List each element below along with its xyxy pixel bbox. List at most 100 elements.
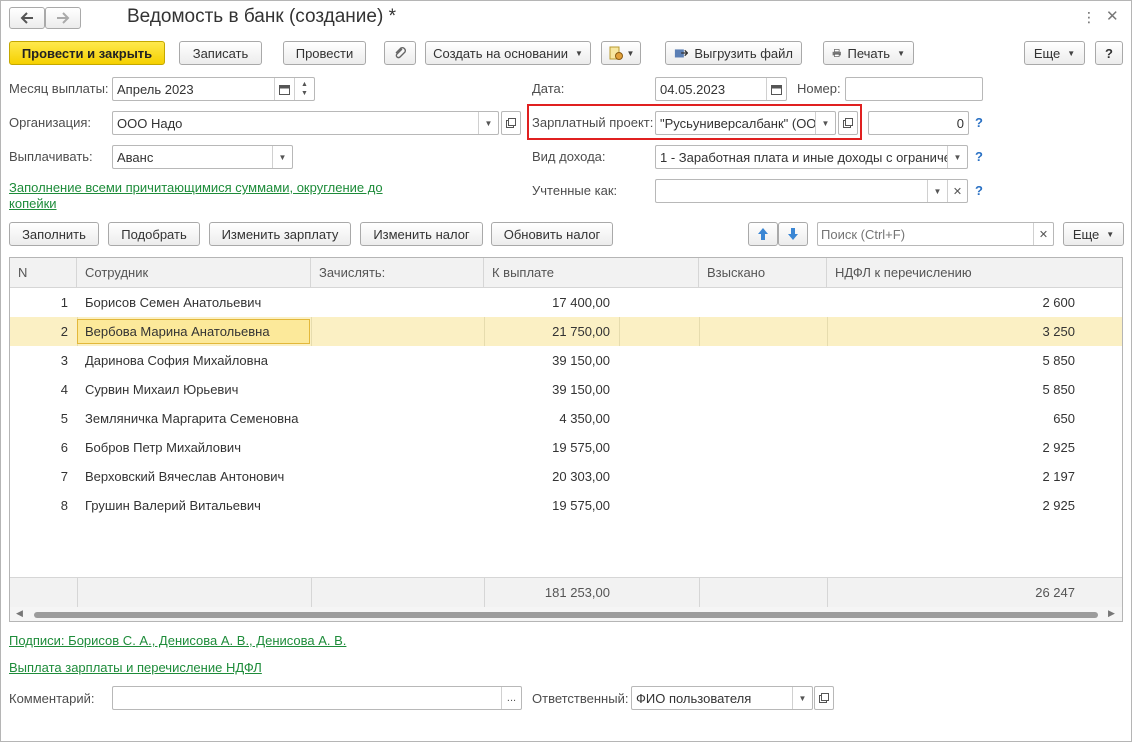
ndfl-cell[interactable]: 2 925	[827, 433, 1075, 462]
signatures-link[interactable]: Подписи: Борисов С. А., Денисова А. В., …	[9, 633, 346, 648]
ellipsis-icon[interactable]: ...	[501, 687, 521, 709]
open-salary-project-button[interactable]	[838, 111, 858, 135]
table-row[interactable]: 8 Грушин Валерий Витальевич 19 575,00 2 925	[10, 491, 1122, 520]
fill-button[interactable]: Заполнить	[9, 222, 99, 246]
column-header-employee[interactable]: Сотрудник	[77, 258, 311, 287]
help-icon[interactable]: ?	[975, 149, 983, 164]
search-input[interactable]	[818, 225, 1033, 243]
chevron-down-icon[interactable]: ▼	[792, 687, 812, 709]
table-row[interactable]: 3 Даринова София Михайловна 39 150,00 5 850	[10, 346, 1122, 375]
recovered-cell[interactable]	[707, 288, 822, 317]
recovered-cell[interactable]	[707, 375, 822, 404]
row-number[interactable]: 6	[10, 433, 68, 462]
month-field[interactable]: Апрель 2023 ▲ ▼	[112, 77, 315, 101]
more-button[interactable]: Еще ▼	[1024, 41, 1085, 65]
help-icon[interactable]: ?	[975, 115, 983, 130]
pay-cell[interactable]: 39 150,00	[484, 375, 610, 404]
column-header-recovered[interactable]: Взыскано	[699, 258, 827, 287]
credit-cell[interactable]	[319, 433, 479, 462]
number-field[interactable]	[845, 77, 983, 101]
close-icon[interactable]: ✕	[1106, 7, 1119, 25]
print-button[interactable]: Печать ▼	[823, 41, 914, 65]
update-tax-button[interactable]: Обновить налог	[491, 222, 613, 246]
recovered-cell[interactable]	[707, 317, 822, 346]
credit-cell[interactable]	[319, 317, 479, 346]
table-row[interactable]: 1 Борисов Семен Анатольевич 17 400,00 2 600	[10, 288, 1122, 317]
recovered-cell[interactable]	[707, 491, 822, 520]
credit-cell[interactable]	[319, 375, 479, 404]
row-number[interactable]: 4	[10, 375, 68, 404]
chevron-down-icon[interactable]: ▼	[478, 112, 498, 134]
pay-cell[interactable]: 19 575,00	[484, 491, 610, 520]
chevron-down-icon[interactable]: ▼	[927, 180, 947, 202]
column-header-pay[interactable]: К выплате	[484, 258, 699, 287]
search-field[interactable]: ✕	[817, 222, 1054, 246]
row-number[interactable]: 7	[10, 462, 68, 491]
row-number[interactable]: 2	[10, 317, 68, 346]
employee-cell[interactable]: Земляничка Маргарита Семеновна	[85, 404, 307, 433]
stepper-down-icon[interactable]: ▼	[301, 89, 308, 98]
help-icon[interactable]: ?	[975, 183, 983, 198]
row-number[interactable]: 8	[10, 491, 68, 520]
table-row[interactable]: 2 Вербова Марина Анатольевна 21 750,00 3 25…	[10, 317, 1122, 346]
pick-button[interactable]: Подобрать	[108, 222, 200, 246]
calendar-icon[interactable]	[274, 78, 294, 100]
salary-project-amount-field[interactable]: 0	[868, 111, 969, 135]
pay-cell[interactable]: 39 150,00	[484, 346, 610, 375]
scroll-left-icon[interactable]: ◀	[16, 608, 23, 619]
post-button[interactable]: Провести	[283, 41, 366, 65]
employee-cell[interactable]: Бобров Петр Михайлович	[85, 433, 307, 462]
post-and-close-button[interactable]: Провести и закрыть	[9, 41, 165, 65]
column-header-ndfl[interactable]: НДФЛ к перечислению	[827, 258, 1122, 287]
employee-cell[interactable]: Сурвин Михаил Юрьевич	[85, 375, 307, 404]
column-header-credit[interactable]: Зачислять:	[311, 258, 484, 287]
recovered-cell[interactable]	[707, 404, 822, 433]
pay-field[interactable]: Аванс ▼	[112, 145, 293, 169]
responsible-field[interactable]: ФИО пользователя ▼	[631, 686, 813, 710]
ndfl-cell[interactable]: 650	[827, 404, 1075, 433]
table-row[interactable]: 4 Сурвин Михаил Юрьевич 39 150,00 5 850	[10, 375, 1122, 404]
income-type-field[interactable]: 1 - Заработная плата и иные доходы с огр…	[655, 145, 968, 169]
fill-amounts-link[interactable]: Заполнение всеми причитающимися суммами,…	[9, 180, 383, 195]
comment-field[interactable]: ...	[112, 686, 522, 710]
pay-cell[interactable]: 21 750,00	[484, 317, 610, 346]
attach-button[interactable]	[384, 41, 416, 65]
employee-cell[interactable]: Борисов Семен Анатольевич	[85, 288, 307, 317]
month-stepper[interactable]: ▲ ▼	[294, 78, 314, 100]
back-button[interactable]	[9, 7, 45, 29]
row-number[interactable]: 1	[10, 288, 68, 317]
payment-link[interactable]: Выплата зарплаты и перечисление НДФЛ	[9, 660, 262, 675]
ndfl-cell[interactable]: 2 925	[827, 491, 1075, 520]
documents-menu-button[interactable]: ▼	[601, 41, 641, 65]
forward-button[interactable]	[45, 7, 81, 29]
horizontal-scrollbar[interactable]: ◀ ▶	[10, 607, 1122, 621]
pay-cell[interactable]: 4 350,00	[484, 404, 610, 433]
employee-cell[interactable]: Верховский Вячеслав Антонович	[85, 462, 307, 491]
credit-cell[interactable]	[319, 288, 479, 317]
pay-cell[interactable]: 20 303,00	[484, 462, 610, 491]
stepper-up-icon[interactable]: ▲	[301, 80, 308, 89]
row-number[interactable]: 5	[10, 404, 68, 433]
pay-cell[interactable]: 17 400,00	[484, 288, 610, 317]
table-row[interactable]: 6 Бобров Петр Михайлович 19 575,00 2 925	[10, 433, 1122, 462]
credit-cell[interactable]	[319, 404, 479, 433]
recovered-cell[interactable]	[707, 462, 822, 491]
chevron-down-icon[interactable]: ▼	[815, 112, 835, 134]
accounted-as-field[interactable]: ▼ ✕	[655, 179, 968, 203]
clear-icon[interactable]: ✕	[947, 180, 967, 202]
change-salary-button[interactable]: Изменить зарплату	[209, 222, 351, 246]
recovered-cell[interactable]	[707, 433, 822, 462]
save-button[interactable]: Записать	[179, 41, 262, 65]
ndfl-cell[interactable]: 5 850	[827, 346, 1075, 375]
employee-cell[interactable]: Грушин Валерий Витальевич	[85, 491, 307, 520]
scroll-right-icon[interactable]: ▶	[1108, 608, 1115, 619]
employee-cell[interactable]: Вербова Марина Анатольевна	[77, 319, 310, 344]
chevron-down-icon[interactable]: ▼	[947, 146, 967, 168]
column-header-n[interactable]: N	[10, 258, 77, 287]
ndfl-cell[interactable]: 3 250	[827, 317, 1075, 346]
change-tax-button[interactable]: Изменить налог	[360, 222, 483, 246]
fill-amounts-link-cont[interactable]: копейки	[9, 196, 57, 211]
open-organization-button[interactable]	[501, 111, 521, 135]
move-up-button[interactable]	[748, 222, 778, 246]
credit-cell[interactable]	[319, 462, 479, 491]
